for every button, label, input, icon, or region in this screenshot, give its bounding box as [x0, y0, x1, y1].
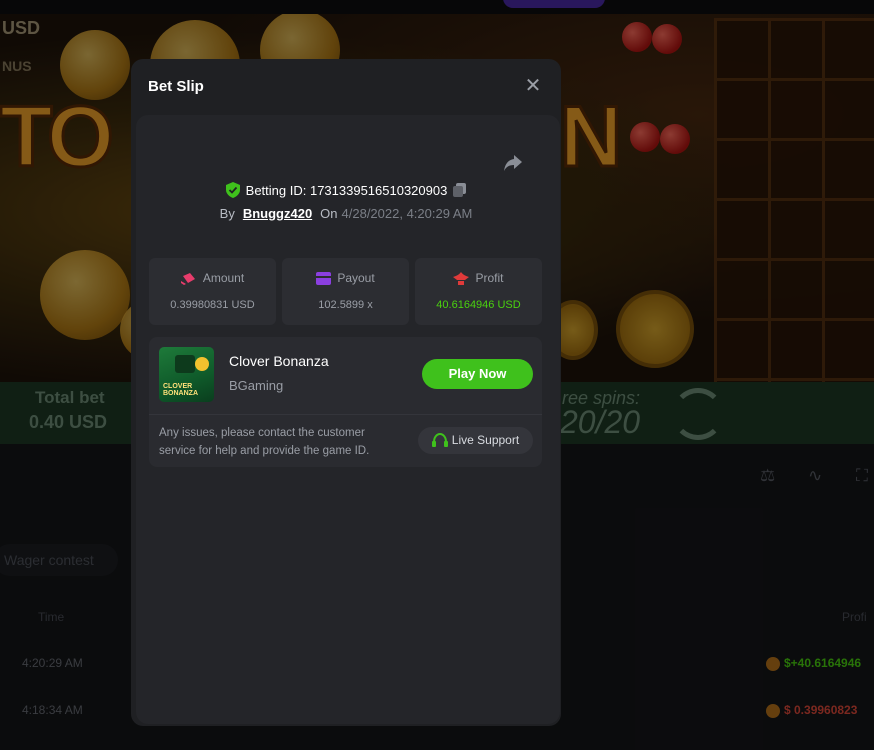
on-label: On: [320, 206, 338, 221]
game-name: Clover Bonanza: [229, 353, 329, 369]
game-provider: BGaming: [229, 378, 284, 393]
stat-value: 102.5899 x: [318, 299, 373, 311]
stat-amount-header: Amount: [149, 271, 276, 286]
divider: [149, 414, 542, 415]
support-note: Any issues, please contact the customer …: [159, 427, 370, 457]
stat-payout-header: Payout: [282, 271, 409, 286]
bet-date: 4/28/2022, 4:20:29 AM: [341, 206, 473, 221]
headset-icon: [431, 433, 448, 448]
by-label: By: [219, 206, 235, 221]
page: USD NUS TO N Total bet 0.40 USD ree spin…: [0, 0, 874, 750]
stat-profit-header: Profit: [415, 271, 542, 286]
stat-amount: Amount 0.39980831 USD: [149, 258, 276, 325]
stat-label: Amount: [202, 271, 245, 285]
betting-id-row: Betting ID: 1731339516510320903: [131, 182, 561, 201]
copy-icon[interactable]: [453, 183, 467, 200]
thumbnail-title: CLOVER BONANZA: [163, 383, 198, 397]
live-support-button[interactable]: Live Support: [418, 427, 533, 454]
game-thumbnail[interactable]: CLOVER BONANZA: [159, 347, 214, 402]
bet-author-row: By Bnuggz420 On 4/28/2022, 4:20:29 AM: [131, 206, 561, 221]
shield-check-icon: [225, 182, 240, 201]
play-now-button[interactable]: Play Now: [422, 359, 533, 389]
stat-label: Profit: [475, 271, 504, 285]
stat-payout: Payout 102.5899 x: [282, 258, 409, 325]
stat-value: 40.6164946 USD: [436, 299, 521, 311]
modal-title: Bet Slip: [148, 78, 204, 95]
amount-icon: [180, 273, 195, 286]
gold-coin-icon: [195, 357, 209, 371]
hat-icon: [175, 355, 195, 373]
username-link[interactable]: Bnuggz420: [243, 206, 312, 221]
stat-label: Payout: [337, 271, 375, 285]
bet-slip-modal: Bet Slip ✕ Betting ID: 17313395165103209…: [131, 59, 561, 726]
profit-icon: [453, 272, 470, 286]
live-support-label: Live Support: [451, 433, 520, 447]
stat-value: 0.39980831 USD: [170, 299, 255, 311]
stat-profit: Profit 40.6164946 USD: [415, 258, 542, 325]
wallet-icon: [316, 272, 332, 286]
betting-id: Betting ID: 1731339516510320903: [245, 182, 448, 198]
game-card: CLOVER BONANZA Clover Bonanza BGaming Pl…: [149, 337, 542, 467]
close-icon[interactable]: ✕: [523, 76, 543, 96]
share-icon[interactable]: [502, 153, 524, 173]
